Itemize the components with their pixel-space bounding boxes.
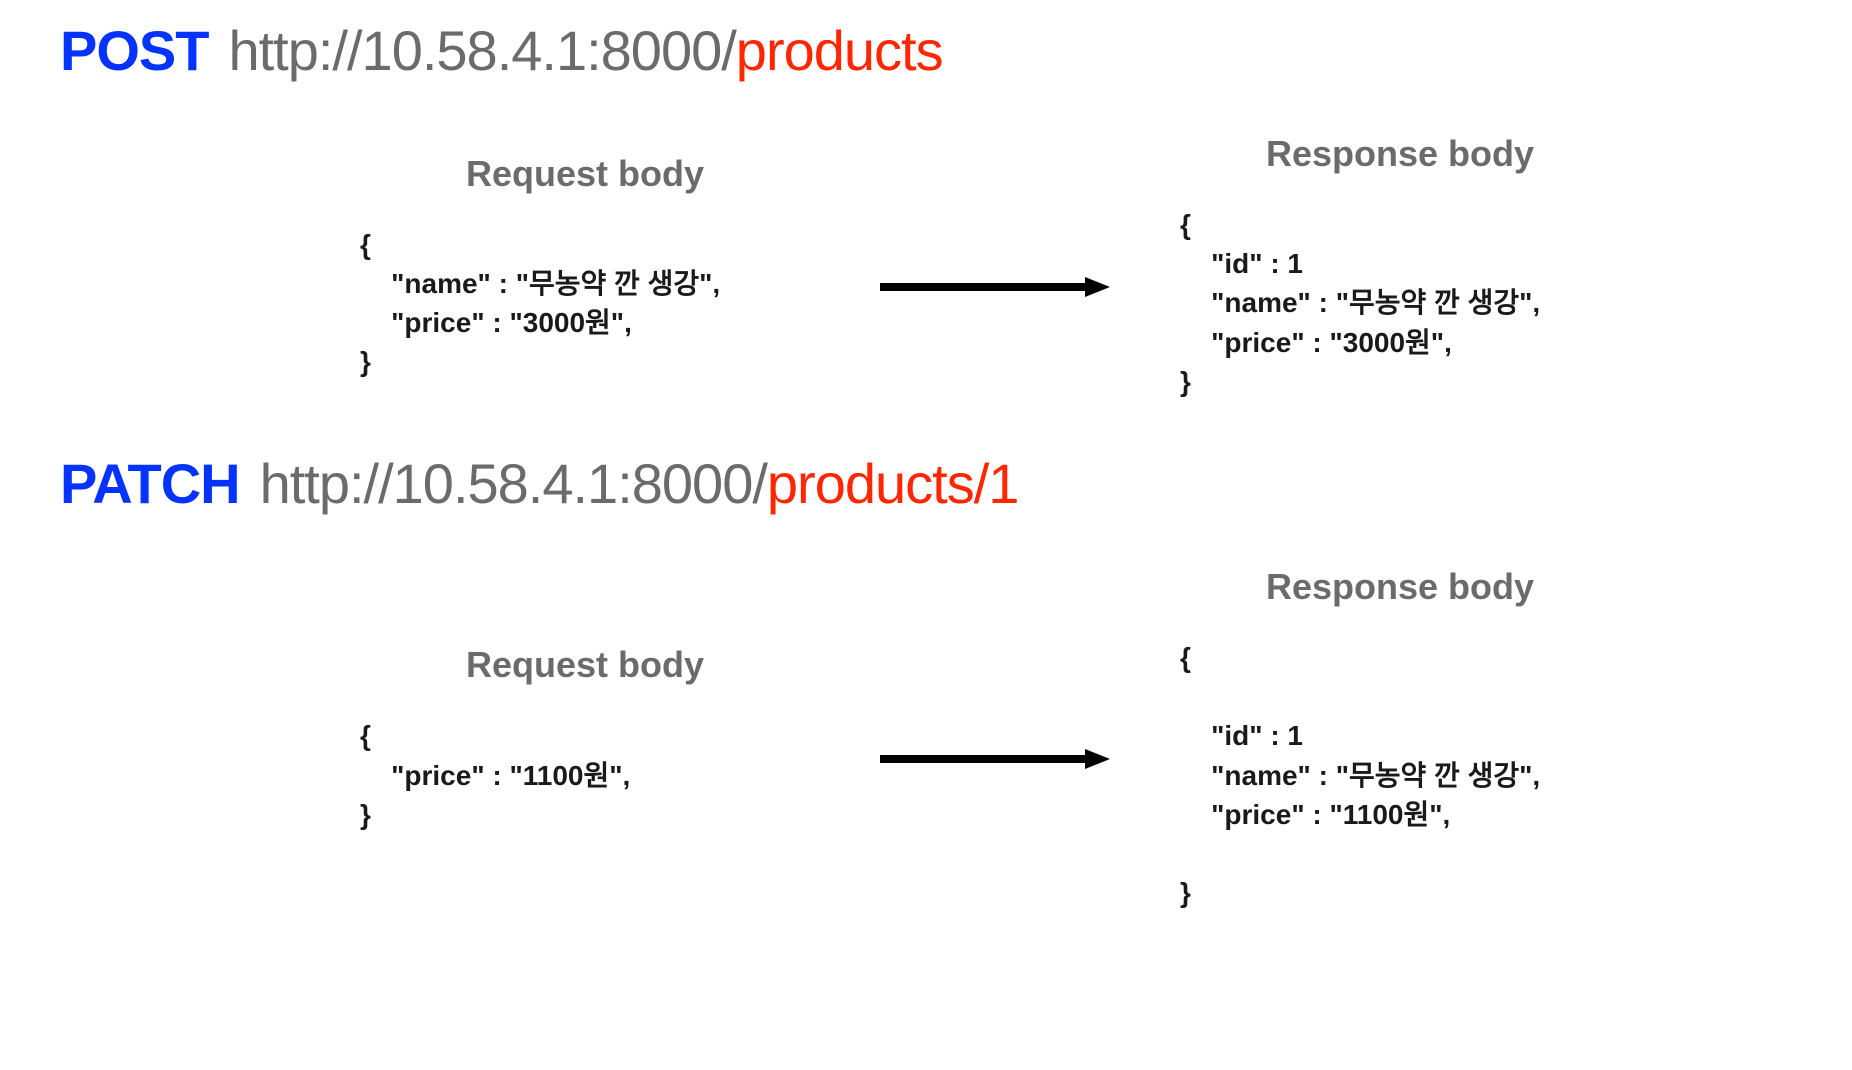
post-body-row: Request body { "name" : "무농약 깐 생강", "pri… — [60, 133, 1792, 401]
patch-section: PATCH http://10.58.4.1:8000/products/1 R… — [60, 451, 1792, 912]
arrow-container — [870, 749, 1120, 769]
post-request-col: Request body { "name" : "무농약 깐 생강", "pri… — [360, 153, 810, 382]
post-request-json: { "name" : "무농약 깐 생강", "price" : "3000원"… — [360, 225, 810, 382]
arrow-right-icon — [880, 277, 1110, 297]
http-method-post: POST — [60, 18, 208, 83]
patch-url-line: PATCH http://10.58.4.1:8000/products/1 — [60, 451, 1792, 516]
url-text: http://10.58.4.1:8000/products/1 — [260, 451, 1019, 516]
patch-request-col: Request body { "price" : "1100원", } — [360, 644, 810, 834]
arrow-right-icon — [880, 749, 1110, 769]
url-path: products — [736, 19, 943, 82]
http-method-patch: PATCH — [60, 451, 240, 516]
patch-body-row: Request body { "price" : "1100원", } Resp… — [60, 566, 1792, 912]
arrow-container — [870, 277, 1120, 297]
request-body-label: Request body — [360, 153, 810, 195]
url-base: http://10.58.4.1:8000/ — [228, 19, 735, 82]
url-base: http://10.58.4.1:8000/ — [260, 452, 767, 515]
request-body-label: Request body — [360, 644, 810, 686]
post-response-json: { "id" : 1 "name" : "무농약 깐 생강", "price" … — [1180, 205, 1620, 401]
response-body-label: Response body — [1180, 133, 1620, 175]
url-path: products/1 — [767, 452, 1019, 515]
patch-response-json: { "id" : 1 "name" : "무농약 깐 생강", "price" … — [1180, 638, 1620, 912]
post-url-line: POST http://10.58.4.1:8000/products — [60, 18, 1792, 83]
url-text: http://10.58.4.1:8000/products — [228, 18, 942, 83]
response-body-label: Response body — [1180, 566, 1620, 608]
patch-response-col: Response body { "id" : 1 "name" : "무농약 깐… — [1180, 566, 1620, 912]
post-response-col: Response body { "id" : 1 "name" : "무농약 깐… — [1180, 133, 1620, 401]
patch-request-json: { "price" : "1100원", } — [360, 716, 810, 834]
post-section: POST http://10.58.4.1:8000/products Requ… — [60, 18, 1792, 401]
